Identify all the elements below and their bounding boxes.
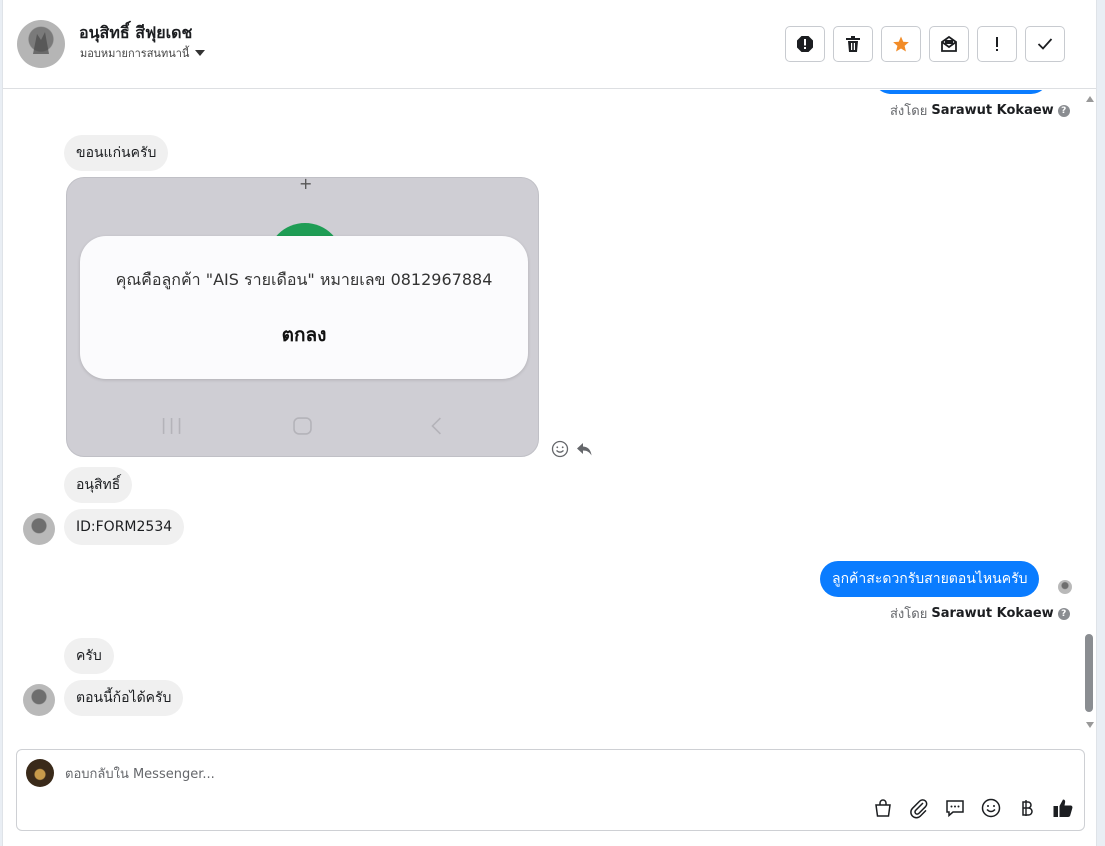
- incoming-message[interactable]: ตอนนี้ก้อได้ครับ: [64, 680, 184, 716]
- sent-by-label: ส่งโดย Sarawut Kokaew ?: [890, 100, 1070, 121]
- exclamation-icon: [996, 37, 998, 51]
- mark-spam-button[interactable]: [785, 26, 825, 62]
- back-icon: [431, 417, 441, 435]
- bag-icon[interactable]: [872, 797, 894, 819]
- assign-conversation-dropdown[interactable]: มอบหมายการสนทนานี้: [80, 44, 206, 62]
- mail-icon: [941, 35, 957, 52]
- help-icon[interactable]: ?: [1057, 104, 1070, 117]
- outgoing-message[interactable]: ลูกค้าสะดวกรับสายตอนไหนครับ: [820, 561, 1040, 597]
- delete-button[interactable]: [833, 26, 873, 62]
- thread-scrollbar[interactable]: [1083, 90, 1096, 730]
- dialog-ok-label: ตกลง: [281, 324, 327, 346]
- home-icon: [293, 417, 312, 435]
- sent-by-label: ส่งโดย Sarawut Kokaew ?: [890, 603, 1070, 624]
- paperclip-icon[interactable]: [908, 797, 930, 819]
- trash-icon: [846, 36, 860, 52]
- image-attachment[interactable]: + คุณคือลูกค้า "AIS รายเดือน" หมายเลข 08…: [66, 177, 539, 457]
- help-icon[interactable]: ?: [1057, 607, 1070, 620]
- conversation-header: อนุสิทธิ์ สีฟุยเดช มอบหมายการสนทนานี้: [3, 0, 1096, 89]
- inbox-conversation-panel: อนุสิทธิ์ สีฟุยเดช มอบหมายการสนทนานี้ ส่…: [2, 0, 1097, 846]
- scroll-up-arrow[interactable]: [1086, 96, 1094, 102]
- thumbs-up-icon[interactable]: [1052, 797, 1074, 819]
- header-actions: [785, 26, 1065, 62]
- sent-by-prefix: ส่งโดย: [890, 104, 928, 119]
- sender-name: Sarawut Kokaew: [931, 606, 1054, 621]
- check-icon: [1037, 38, 1053, 50]
- incoming-message[interactable]: ครับ: [64, 638, 114, 674]
- dialog-text: คุณคือลูกค้า "AIS รายเดือน" หมายเลข 0812…: [115, 270, 493, 289]
- message-actions: [551, 440, 593, 462]
- scroll-thumb[interactable]: [1085, 634, 1093, 712]
- sender-name: Sarawut Kokaew: [931, 103, 1054, 118]
- mark-done-button[interactable]: [1025, 26, 1065, 62]
- contact-avatar-small: [23, 684, 55, 716]
- page-avatar: [26, 759, 54, 787]
- seen-avatar: [1058, 580, 1072, 594]
- phone-navbar: [162, 417, 441, 435]
- contact-avatar[interactable]: [17, 20, 65, 68]
- outgoing-message-clipped: [873, 90, 1049, 94]
- composer-tools: [872, 797, 1074, 819]
- attachment-dialog: คุณคือลูกค้า "AIS รายเดือน" หมายเลข 0812…: [80, 236, 528, 379]
- flag-button[interactable]: [977, 26, 1017, 62]
- caret-down-icon: [195, 50, 206, 56]
- mark-unread-button[interactable]: [929, 26, 969, 62]
- incoming-message[interactable]: ขอนแก่นครับ: [64, 135, 169, 171]
- star-icon: [893, 36, 909, 52]
- emoji-icon[interactable]: [980, 797, 1002, 819]
- contact-name[interactable]: อนุสิทธิ์ สีฟุยเดช: [79, 21, 192, 46]
- comment-icon[interactable]: [944, 797, 966, 819]
- baht-icon[interactable]: [1016, 797, 1038, 819]
- sent-by-prefix: ส่งโดย: [890, 607, 928, 622]
- reply-input[interactable]: [65, 763, 765, 785]
- contact-avatar-small: [23, 513, 55, 545]
- incoming-message[interactable]: อนุสิทธิ์: [64, 467, 133, 503]
- recents-icon: [162, 418, 181, 434]
- message-thread[interactable]: ส่งโดย Sarawut Kokaew ? ขอนแก่นครับ + คุ…: [3, 90, 1083, 730]
- assign-label: มอบหมายการสนทนานี้: [80, 47, 190, 60]
- alert-icon: [797, 36, 813, 52]
- reply-icon[interactable]: [575, 440, 593, 462]
- scroll-down-arrow[interactable]: [1086, 722, 1094, 728]
- react-emoji-icon[interactable]: [551, 440, 569, 462]
- reply-composer: [16, 749, 1085, 831]
- incoming-message[interactable]: ID:FORM2534: [64, 509, 185, 545]
- plus-glyph: +: [299, 177, 313, 193]
- star-button[interactable]: [881, 26, 921, 62]
